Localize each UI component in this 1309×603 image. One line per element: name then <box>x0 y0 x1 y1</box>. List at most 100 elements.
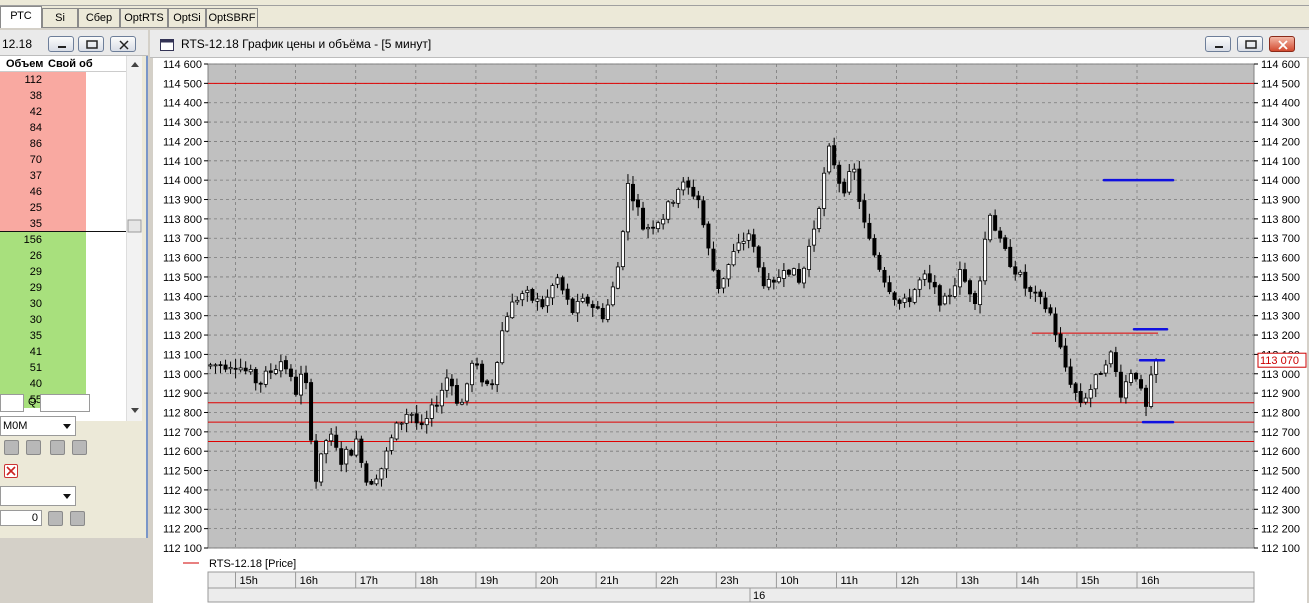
candle-body <box>228 367 233 370</box>
candle-body <box>359 438 364 463</box>
legend-label: RTS-12.18 [Price] <box>209 558 296 570</box>
candle-body <box>857 168 862 202</box>
bid-row[interactable]: 29 <box>0 280 126 296</box>
tab-optsbrf[interactable]: OptSBRF <box>206 8 258 27</box>
bid-row[interactable]: 30 <box>0 312 126 328</box>
bid-row[interactable]: 35 <box>0 328 126 344</box>
x-tick-label: 14h <box>1021 575 1039 587</box>
ask-row[interactable]: 70 <box>0 152 126 168</box>
candle-body <box>480 363 485 383</box>
candle-body <box>736 242 741 251</box>
empty-cell <box>86 360 126 376</box>
chart-window: RTS-12.18 График цены и объёма - [5 мину… <box>150 30 1309 603</box>
bid-row[interactable]: 41 <box>0 344 126 360</box>
chevron-down-icon <box>63 424 71 429</box>
volume-cell: 41 <box>29 346 42 358</box>
chart-maximize-button[interactable] <box>1237 36 1263 52</box>
own-volume-cell <box>46 216 86 232</box>
own-volume-cell <box>46 280 86 296</box>
candle-body <box>932 281 937 288</box>
price-chart[interactable]: 112 100 112 200 112 300 112 400 112 500 112 6… <box>150 58 1309 603</box>
tool-button-5[interactable] <box>48 511 63 526</box>
bid-row[interactable]: 156 <box>0 232 126 248</box>
chart-minimize-button[interactable] <box>1205 36 1231 52</box>
tab-optsi[interactable]: OptSi <box>168 8 206 27</box>
bid-row[interactable]: 40 <box>0 376 126 392</box>
tab-optrts[interactable]: OptRTS <box>120 8 168 27</box>
candle-body <box>897 299 902 304</box>
cancel-orders-button[interactable] <box>4 464 18 478</box>
scrollbar-arrows <box>127 62 142 413</box>
candle-body <box>872 238 877 256</box>
order-book-scrollbar[interactable] <box>126 56 142 421</box>
volume-cell: 42 <box>29 106 42 118</box>
candle-body <box>475 363 480 366</box>
tool-button-6[interactable] <box>70 511 85 526</box>
ask-row[interactable]: 84 <box>0 120 126 136</box>
ask-row[interactable]: 42 <box>0 104 126 120</box>
ask-row[interactable]: 38 <box>0 88 126 104</box>
y-tick-label: 112 300 <box>1261 504 1300 516</box>
candle-body <box>349 449 354 456</box>
candle-body <box>238 367 243 371</box>
chart-close-button[interactable] <box>1269 36 1295 52</box>
chevron-down-icon <box>63 494 71 499</box>
tool-button-3[interactable] <box>50 440 65 455</box>
candle-body <box>379 468 384 480</box>
own-volume-cell <box>46 248 86 264</box>
candle-body <box>319 453 324 483</box>
candle-body <box>766 279 771 288</box>
bid-row[interactable]: 26 <box>0 248 126 264</box>
bid-row[interactable]: 29 <box>0 264 126 280</box>
account-select[interactable] <box>0 486 76 506</box>
tool-button-4[interactable] <box>72 440 87 455</box>
empty-cell <box>86 392 126 408</box>
y-tick-label: 113 900 <box>1261 195 1300 207</box>
ask-row[interactable]: 46 <box>0 184 126 200</box>
term-select[interactable]: М0М <box>0 416 76 436</box>
candle-body <box>922 273 927 280</box>
bid-row[interactable]: 51 <box>0 360 126 376</box>
candle-body <box>585 296 590 304</box>
candle-body <box>641 207 646 230</box>
candle-body <box>1003 237 1008 249</box>
tool-button-2[interactable] <box>26 440 41 455</box>
candle-body <box>459 401 464 405</box>
current-price-text: 113 070 <box>1260 355 1299 367</box>
close-button[interactable] <box>110 36 136 52</box>
candle-body <box>404 413 409 424</box>
minimize-button[interactable] <box>48 36 74 52</box>
candle-body <box>978 280 983 306</box>
y-tick-label: 113 000 <box>163 369 202 381</box>
quantity-field[interactable]: 0 <box>0 510 42 526</box>
candle-body <box>852 168 857 173</box>
volume-cell: 30 <box>29 314 42 326</box>
ask-row[interactable]: 112 <box>0 72 126 88</box>
price-input[interactable] <box>0 394 24 412</box>
own-volume-cell <box>46 360 86 376</box>
ask-row[interactable]: 86 <box>0 136 126 152</box>
own-volume-cell <box>46 88 86 104</box>
maximize-button[interactable] <box>78 36 104 52</box>
bid-row[interactable]: 30 <box>0 296 126 312</box>
ask-row[interactable]: 35 <box>0 216 126 232</box>
candle-body <box>1154 359 1159 375</box>
candle-body <box>530 289 535 301</box>
x-tick-label: 10h <box>780 575 798 587</box>
ask-row[interactable]: 37 <box>0 168 126 184</box>
candle-body <box>993 215 998 231</box>
candle-body <box>565 288 570 300</box>
tab-si[interactable]: Si <box>42 8 78 27</box>
own-volume-cell <box>46 232 86 248</box>
candle-body <box>741 240 746 244</box>
candle-body <box>822 172 827 209</box>
tab-rts[interactable]: РТС <box>0 6 42 28</box>
quantity-input[interactable] <box>40 394 90 412</box>
candle-body <box>1048 307 1053 314</box>
y-tick-label: 113 400 <box>1261 291 1300 303</box>
tab-sber[interactable]: Сбер <box>78 8 120 27</box>
tool-button-1[interactable] <box>4 440 19 455</box>
empty-cell <box>86 120 126 136</box>
candle-body <box>339 448 344 465</box>
ask-row[interactable]: 25 <box>0 200 126 216</box>
